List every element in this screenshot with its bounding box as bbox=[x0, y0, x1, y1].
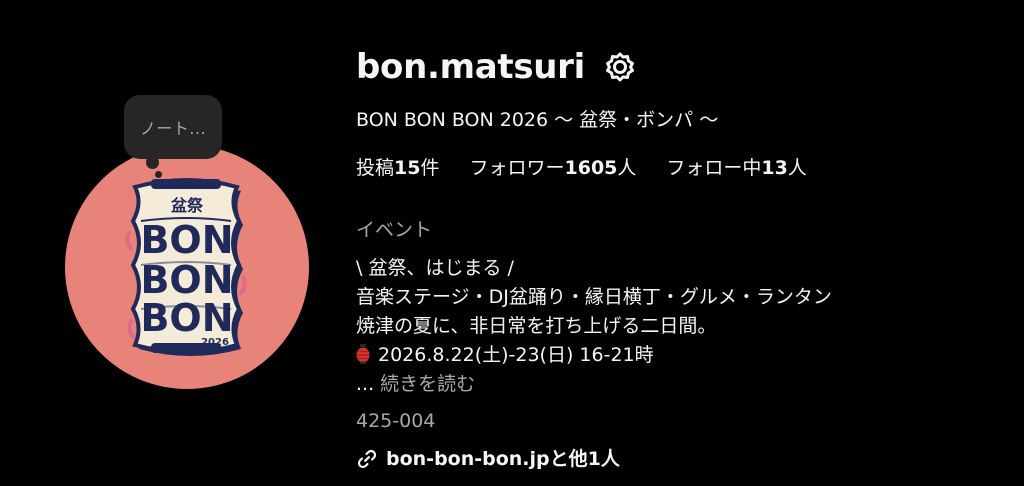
profile-full-name: BON BON BON 2026 〜 盆祭・ボンパ 〜 bbox=[356, 109, 719, 131]
bio-line-3: 焼津の夏に、非日常を打ち上げる二日間。 bbox=[356, 315, 717, 337]
link-icon bbox=[356, 448, 378, 470]
profile-link-text: bon-bon-bon.jpと他1人 bbox=[386, 448, 620, 470]
bonbonbon-logo: 盆祭 BON BON BON 2026 bbox=[125, 178, 247, 356]
lantern-icon bbox=[356, 344, 370, 364]
profile-avatar[interactable]: 盆祭 BON BON BON 2026 bbox=[65, 145, 309, 389]
profile-category: イベント bbox=[356, 219, 433, 241]
note-bubble-tail-small bbox=[155, 171, 162, 178]
following-count[interactable]: フォロー中13人 bbox=[666, 154, 806, 182]
profile-link[interactable]: bon-bon-bon.jpと他1人 bbox=[356, 445, 620, 473]
note-bubble[interactable]: ノート... bbox=[124, 95, 222, 159]
logo-year: 2026 bbox=[201, 337, 229, 348]
username-row: bon.matsuri bbox=[356, 44, 637, 90]
note-bubble-tail bbox=[146, 156, 159, 169]
profile-postal-code: 425-004 bbox=[356, 410, 436, 432]
bio-line-2: 音楽ステージ・DJ盆踊り・縁日横丁・グルメ・ランタン bbox=[356, 286, 832, 308]
followers-count[interactable]: フォロワー1605人 bbox=[469, 154, 636, 182]
note-text: ノート... bbox=[139, 119, 207, 138]
profile-bio: \ 盆祭、はじまる / 音楽ステージ・DJ盆踊り・縁日横丁・グルメ・ランタン 焼… bbox=[356, 254, 832, 370]
username: bon.matsuri bbox=[356, 47, 586, 87]
logo-line-3: BON bbox=[140, 296, 233, 340]
read-more-link[interactable]: ... 続きを読む bbox=[356, 370, 475, 398]
read-more-ellipsis: ... bbox=[356, 373, 375, 395]
bio-line-1: \ 盆祭、はじまる / bbox=[356, 257, 514, 279]
logo-line-1: BON bbox=[140, 218, 233, 262]
bio-line-4: 2026.8.22(土)-23(日) 16-21時 bbox=[356, 341, 832, 370]
profile-stats: 投稿15件 フォロワー1605人 フォロー中13人 bbox=[356, 154, 807, 182]
gear-icon[interactable] bbox=[603, 50, 637, 84]
posts-count[interactable]: 投稿15件 bbox=[356, 154, 439, 182]
read-more-label: 続きを読む bbox=[380, 373, 476, 395]
logo-kanji: 盆祭 bbox=[170, 196, 204, 215]
